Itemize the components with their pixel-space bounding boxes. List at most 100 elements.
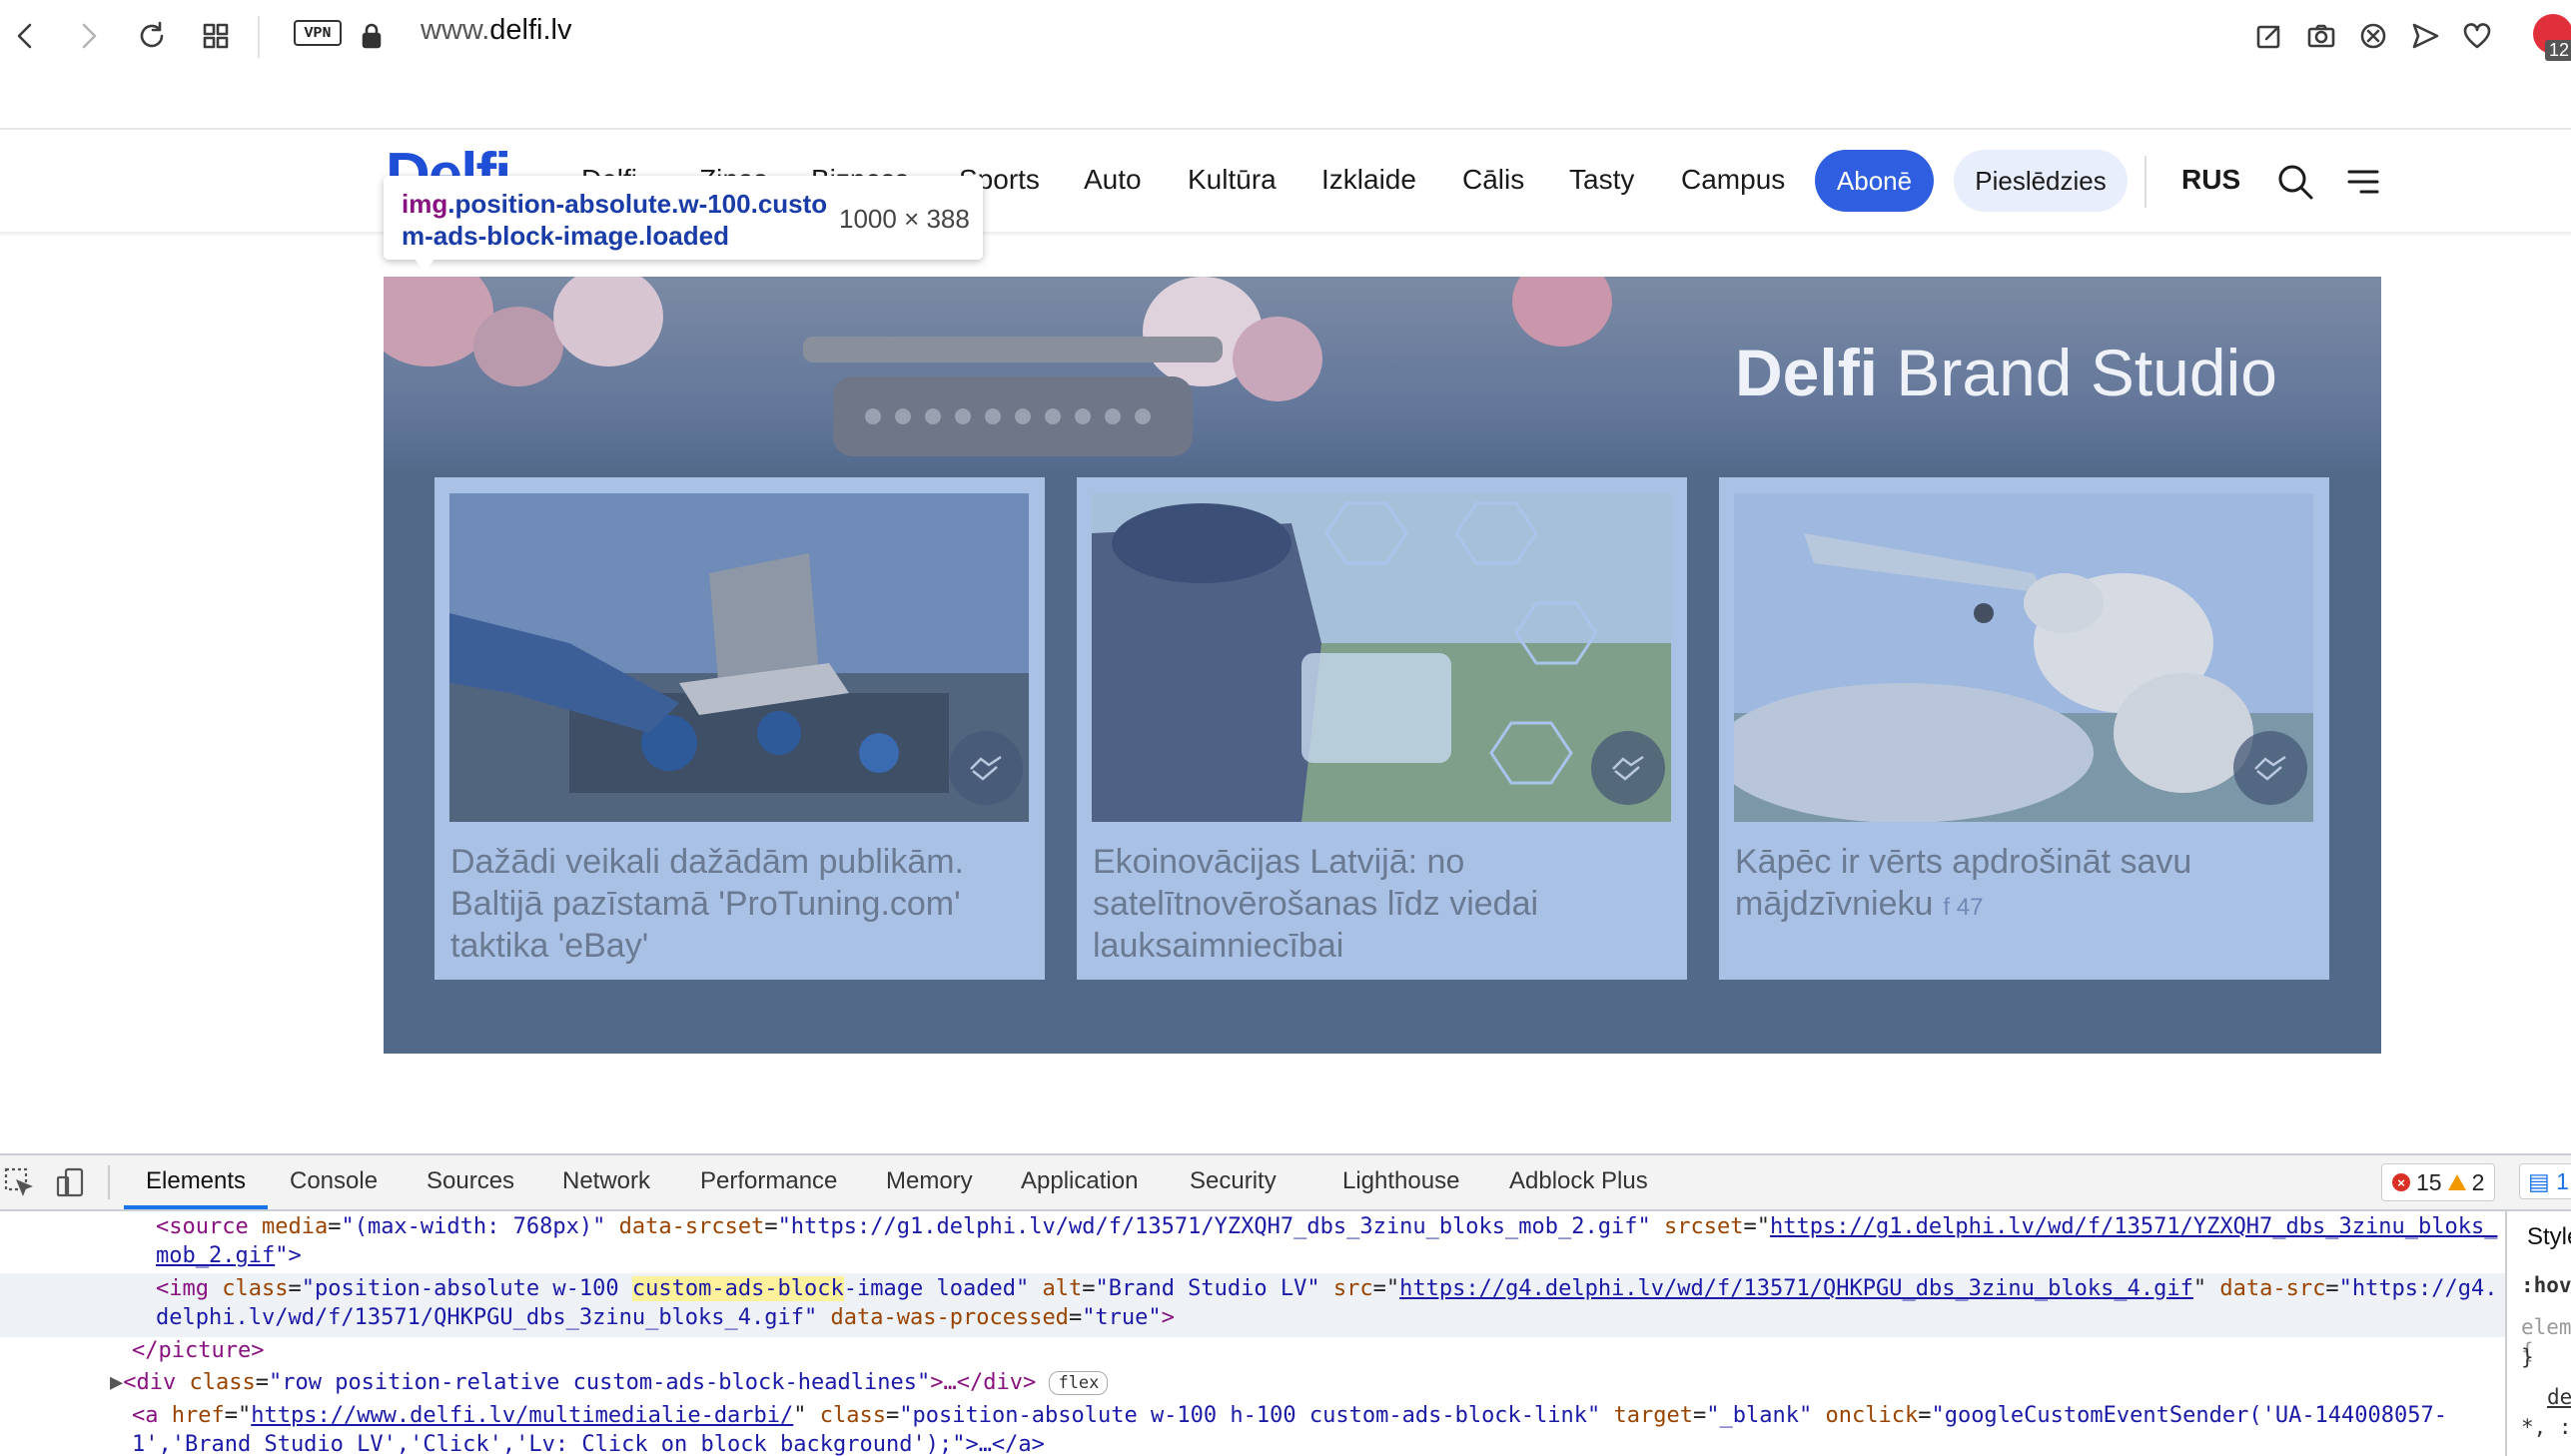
- forward-icon: [82, 23, 97, 49]
- menu-button[interactable]: [2341, 160, 2385, 204]
- dom-node-img-cont[interactable]: delphi.lv/wd/f/13571/QHKPGU_dbs_3zinu_bl…: [156, 1302, 1175, 1333]
- messages-counter[interactable]: ▤ 1: [2519, 1163, 2571, 1199]
- send-button[interactable]: [2403, 14, 2447, 58]
- facebook-icon: f: [1943, 894, 1951, 921]
- warning-count: 2: [2471, 1168, 2485, 1195]
- lock-icon[interactable]: [350, 14, 394, 58]
- car-laptop-image: [449, 493, 1029, 822]
- nav-item-kultura[interactable]: Kultūra: [1188, 164, 1277, 196]
- farmer-tablet-image: [1092, 493, 1671, 822]
- tab-adblock-plus[interactable]: Adblock Plus: [1509, 1167, 1648, 1195]
- url-domain: delfi.lv: [489, 14, 572, 46]
- message-count: 1: [2556, 1167, 2569, 1194]
- back-icon: [17, 23, 32, 49]
- nav-item-tasty[interactable]: Tasty: [1569, 164, 1634, 196]
- article-title-text: Ekoinovācijas Latvijā: no satelītnovēroš…: [1093, 843, 1539, 965]
- favorite-button[interactable]: [2455, 14, 2499, 58]
- tooltip-arrow: [414, 258, 435, 272]
- issues-counter[interactable]: × 15 2: [2381, 1163, 2496, 1201]
- flower-decoration: [553, 277, 663, 366]
- adblock-count-badge: 12: [2545, 40, 2571, 61]
- nav-item-campus[interactable]: Campus: [1681, 164, 1785, 196]
- nav-item-calis[interactable]: Cālis: [1462, 164, 1524, 196]
- srcset-link[interactable]: https://g1.delphi.lv/wd/f/13571/YZXQH7_d…: [1770, 1214, 2497, 1239]
- nav-divider: [2144, 156, 2146, 208]
- expand-triangle-icon[interactable]: ▶: [110, 1370, 123, 1395]
- article-image: [1734, 493, 2313, 822]
- reload-button[interactable]: [130, 14, 174, 58]
- article-card[interactable]: Dažādi veikali dažādām publikām. Baltijā…: [434, 477, 1045, 980]
- tab-elements[interactable]: Elements: [146, 1167, 246, 1195]
- dom-node-source[interactable]: <source media="(max-width: 768px)" data-…: [156, 1211, 2497, 1242]
- src-link[interactable]: https://g4.delphi.lv/wd/f/13571/QHKPGU_d…: [1399, 1276, 2193, 1301]
- tab-security[interactable]: Security: [1190, 1167, 1277, 1195]
- handshake-icon: [1612, 755, 1644, 781]
- dom-node-img-selected[interactable]: <img class="position-absolute w-100 cust…: [156, 1273, 2498, 1304]
- tab-lighthouse[interactable]: Lighthouse: [1342, 1167, 1459, 1195]
- tab-sources[interactable]: Sources: [427, 1167, 514, 1195]
- snapshot-button[interactable]: [2299, 14, 2343, 58]
- dom-node-link[interactable]: <a href="https://www.delfi.lv/multimedia…: [132, 1400, 2447, 1431]
- dom-node-link-cont[interactable]: 1','Brand Studio LV','Click','Lv: Click …: [132, 1429, 1045, 1456]
- brand-studio-block[interactable]: Delfi Brand Studio Dažādi veikali dažādā…: [384, 277, 2381, 1054]
- toolbar-divider: [258, 16, 260, 58]
- article-title[interactable]: Kāpēc ir vērts apdrošināt savu mājdzīvni…: [1735, 841, 2294, 929]
- brand-title-rest: Brand Studio: [1878, 336, 2277, 409]
- share-button[interactable]: [2233, 731, 2307, 805]
- article-card[interactable]: Ekoinovācijas Latvijā: no satelītnovēroš…: [1077, 477, 1687, 980]
- article-title[interactable]: Ekoinovācijas Latvijā: no satelītnovēroš…: [1093, 841, 1652, 967]
- nav-item-auto[interactable]: Auto: [1084, 164, 1142, 196]
- grid-icon: [203, 23, 229, 49]
- href-link[interactable]: https://www.delfi.lv/multimedialie-darbi…: [251, 1403, 793, 1428]
- nav-item-izklaide[interactable]: Izklaide: [1321, 164, 1416, 196]
- article-title[interactable]: Dažādi veikali dažādām publikām. Baltijā…: [450, 841, 1010, 967]
- error-icon: ×: [2392, 1173, 2410, 1191]
- share-button[interactable]: [949, 731, 1023, 805]
- search-button[interactable]: [2273, 160, 2317, 204]
- rule-close-brace: }: [2521, 1345, 2534, 1369]
- flower-decoration: [473, 307, 563, 386]
- warning-icon: [2447, 1174, 2466, 1190]
- dom-node-picture-close[interactable]: </picture>: [132, 1335, 264, 1366]
- inspect-tooltip: img.position-absolute.w-100.custom-ads-b…: [384, 176, 983, 260]
- camera-icon: [2307, 24, 2335, 48]
- reload-icon: [140, 21, 164, 48]
- tabs-grid-button[interactable]: [194, 14, 238, 58]
- address-bar[interactable]: www.delfi.lv: [421, 14, 572, 47]
- dom-node-source-cont[interactable]: mob_2.gif">: [156, 1240, 302, 1271]
- tab-performance[interactable]: Performance: [700, 1167, 837, 1195]
- message-icon: ▤: [2528, 1167, 2550, 1194]
- edit-button[interactable]: [2247, 14, 2291, 58]
- article-image: [449, 493, 1029, 822]
- padlock-icon: [362, 23, 382, 49]
- tab-styles[interactable]: Styles: [2527, 1223, 2571, 1251]
- language-switch[interactable]: RUS: [2181, 164, 2240, 196]
- article-card[interactable]: Kāpēc ir vērts apdrošināt savu mājdzīvni…: [1719, 477, 2329, 980]
- tab-application[interactable]: Application: [1021, 1167, 1138, 1195]
- block-button[interactable]: [2351, 14, 2395, 58]
- flex-badge[interactable]: flex: [1049, 1371, 1109, 1395]
- inspect-cursor-icon: [4, 1167, 33, 1196]
- login-button[interactable]: Pieslēdzies: [1954, 150, 2128, 212]
- devtools-tabbar: Elements Console Sources Network Perform…: [0, 1155, 2571, 1211]
- article-title-text: Dažādi veikali dažādām publikām. Baltijā…: [450, 843, 965, 965]
- share-button[interactable]: [1591, 731, 1665, 805]
- inspect-element-button[interactable]: [0, 1163, 38, 1201]
- handshake-icon: [970, 755, 1002, 781]
- hover-state-toggle[interactable]: :hov: [2521, 1273, 2571, 1297]
- vpn-badge[interactable]: VPN: [294, 20, 342, 46]
- back-button[interactable]: [4, 14, 48, 58]
- tab-memory[interactable]: Memory: [886, 1167, 973, 1195]
- typewriter-illustration: [803, 337, 1223, 456]
- share-count-value: 47: [1956, 894, 1984, 921]
- tab-console[interactable]: Console: [290, 1167, 378, 1195]
- tab-network[interactable]: Network: [562, 1167, 650, 1195]
- send-icon: [2412, 23, 2439, 49]
- subscribe-button[interactable]: Abonē: [1815, 150, 1934, 212]
- universal-selector-rule[interactable]: *, :: [2521, 1415, 2571, 1439]
- srcset-link-cont[interactable]: mob_2.gif: [156, 1243, 275, 1268]
- dom-node-headlines-div[interactable]: ▶<div class="row position-relative custo…: [110, 1367, 1109, 1398]
- forward-button[interactable]: [66, 14, 110, 58]
- device-toolbar-button[interactable]: [52, 1163, 90, 1201]
- stylesheet-link[interactable]: de: [2547, 1385, 2571, 1409]
